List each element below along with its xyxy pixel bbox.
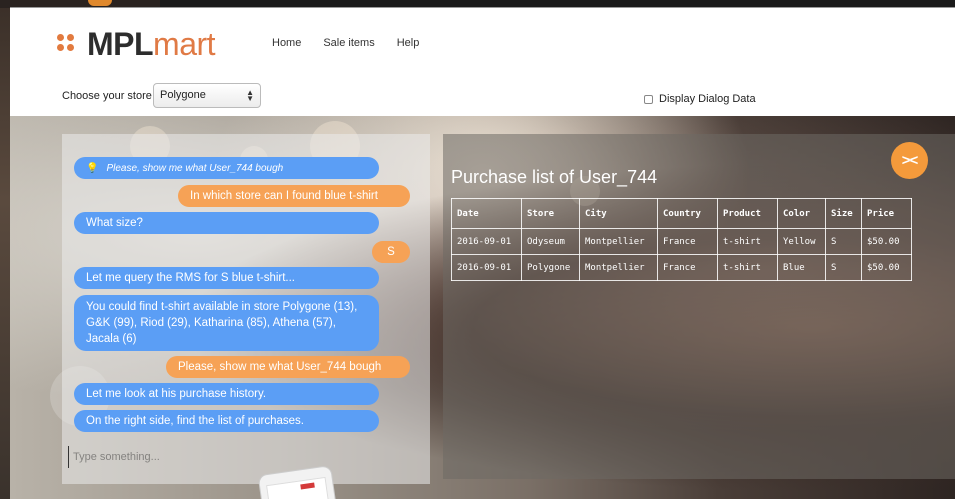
app-window: MPL mart Home Sale items Help Choose your… [10,7,955,499]
nav-help[interactable]: Help [397,37,420,49]
table-cell: Yellow [777,228,826,255]
lightbulb-icon: 💡 [86,162,99,174]
brand-name-light: mart [153,25,216,62]
table-row: 2016-09-01 Odyseum Montpellier France t-… [451,228,912,255]
column-header: Price [861,198,912,229]
chat-message-user: In which store can I found blue t-shirt [178,185,410,207]
table-cell: France [657,228,718,255]
column-header: Country [657,198,718,229]
chat-message-bot: On the right side, find the list of purc… [74,410,379,432]
table-cell: Montpellier [579,228,658,255]
table-cell: 2016-09-01 [451,254,522,281]
table-cell: Blue [777,254,826,281]
column-header: Size [825,198,862,229]
table-cell: S [825,254,862,281]
table-row: 2016-09-01 Polygone Montpellier France t… [451,254,912,281]
table-cell: t-shirt [717,228,778,255]
display-dialog-data-checkbox[interactable] [644,94,653,104]
main-nav: Home Sale items Help [272,37,419,49]
column-header: Date [451,198,522,229]
header: MPL mart Home Sale items Help Choose your… [10,8,955,116]
background-window-edge [0,0,10,499]
store-select-label: Choose your store [62,90,152,102]
collapse-panel-button[interactable]: >< [891,142,928,179]
chat-message-bot: Let me query the RMS for S blue t-shirt.… [74,267,379,289]
nav-sale-items[interactable]: Sale items [323,37,374,49]
table-cell: France [657,254,718,281]
column-header: Store [521,198,580,229]
store-select[interactable]: Polygone ▲ ▼ [153,83,261,108]
column-header: Product [717,198,778,229]
background-orange-tab [88,0,112,6]
table-cell: $50.00 [861,228,912,255]
chat-message-bot: You could find t-shirt available in stor… [74,295,379,351]
nav-home[interactable]: Home [272,37,301,49]
chat-message-bot: 💡 Please, show me what User_744 bough [74,157,379,179]
chat-message-user: S [372,241,410,263]
chat-message-user: Please, show me what User_744 bough [166,356,410,378]
table-cell: $50.00 [861,254,912,281]
table-cell: t-shirt [717,254,778,281]
table-cell: 2016-09-01 [451,228,522,255]
table-cell: Odyseum [521,228,580,255]
display-dialog-data-label: Display Dialog Data [659,93,756,105]
column-header: City [579,198,658,229]
collapse-arrows-icon: >< [901,152,919,169]
chat-message-bot: What size? [74,212,379,234]
select-arrows-icon: ▲ ▼ [246,88,254,103]
table-cell: S [825,228,862,255]
store-select-value: Polygone [160,89,206,101]
chat-input[interactable]: Type something... [68,446,398,468]
brand-logo[interactable]: MPL mart [55,25,216,62]
brand-name-bold: MPL [87,25,154,62]
display-dialog-data-toggle[interactable]: Display Dialog Data [644,93,756,105]
table-header-row: Date Store City Country Product Color Si… [451,198,912,229]
purchase-title: Purchase list of User_744 [451,167,658,187]
purchase-table: Date Store City Country Product Color Si… [451,198,912,281]
chat-panel: 💡 Please, show me what User_744 bough In… [62,134,430,484]
table-cell: Polygone [521,254,580,281]
chat-message-bot: Let me look at his purchase history. [74,383,379,405]
column-header: Color [777,198,826,229]
purchase-panel: Purchase list of User_744 >< Date Store … [443,134,955,479]
four-dots-logo-icon [55,30,83,58]
table-cell: Montpellier [579,254,658,281]
